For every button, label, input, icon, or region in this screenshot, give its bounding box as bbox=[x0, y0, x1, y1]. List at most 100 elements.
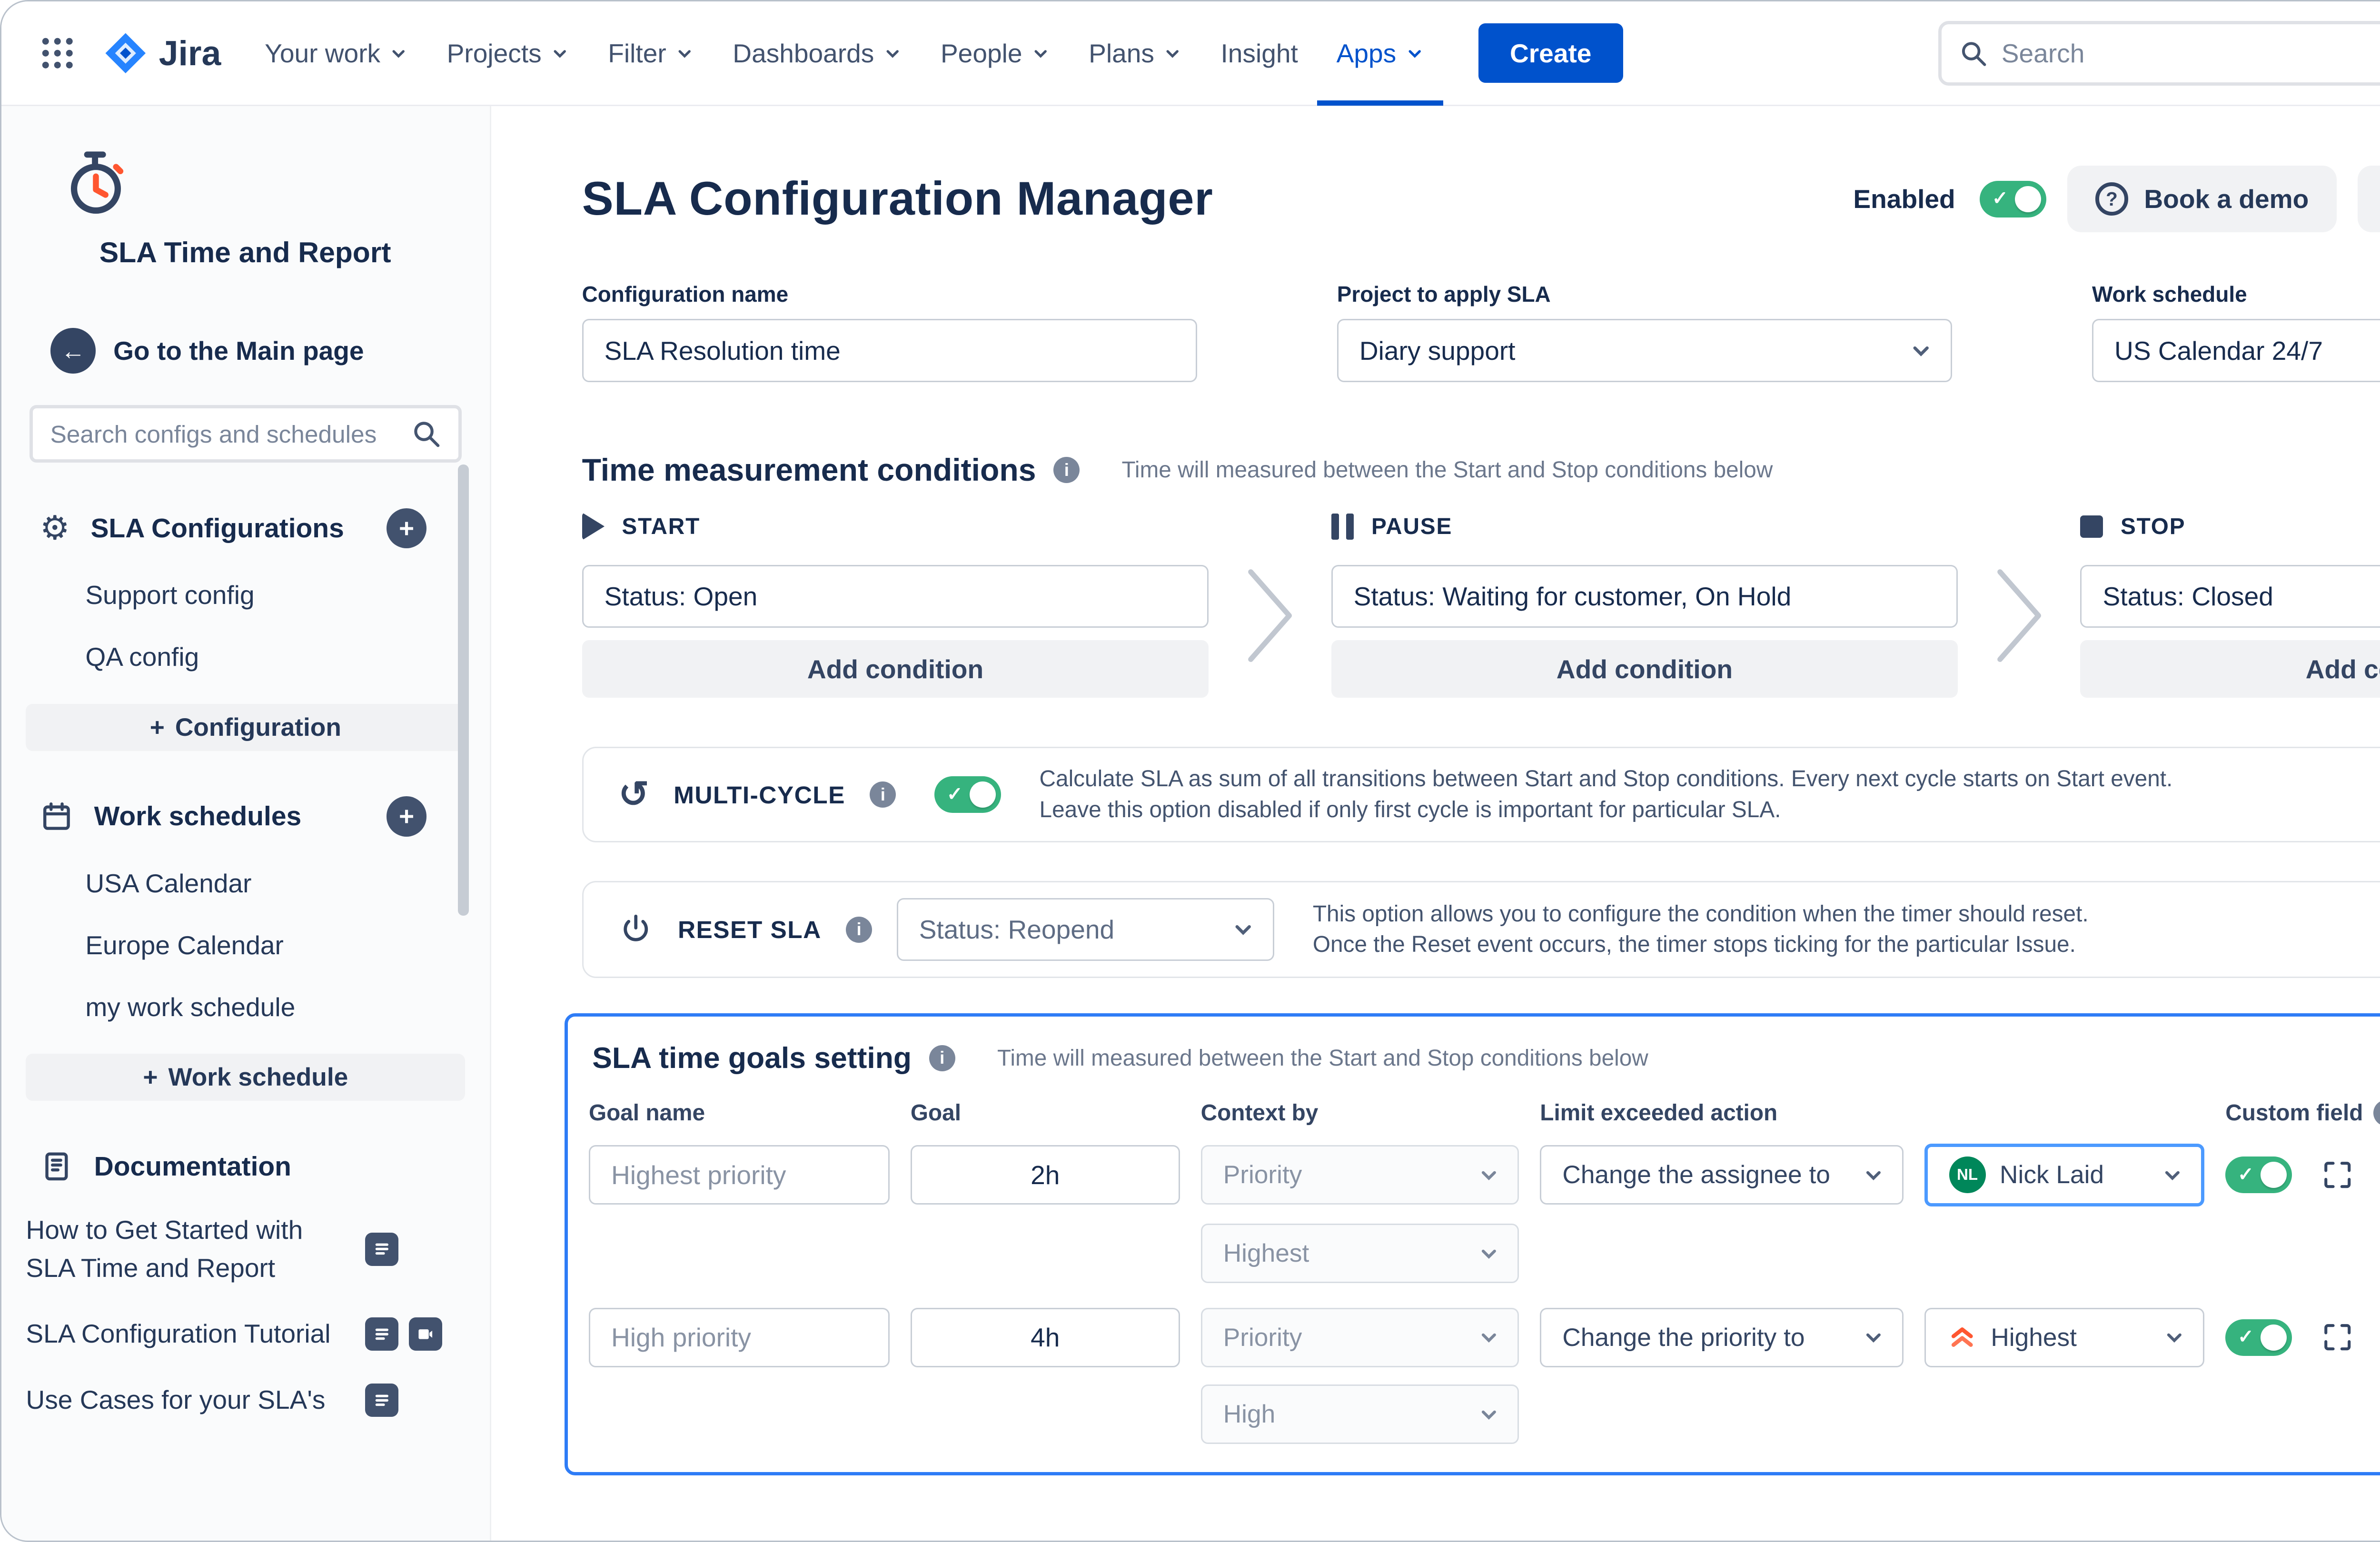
app-window: Jira Your work Projects Filter Dashboard… bbox=[0, 0, 2380, 1542]
global-search-input[interactable] bbox=[2002, 38, 2372, 69]
goal-row-1: Priority Change the assignee to NL Nick … bbox=[589, 1144, 2380, 1206]
header-goal: Goal bbox=[911, 1100, 1180, 1126]
start-condition-column: START Add condition bbox=[582, 509, 1209, 698]
nav-plans[interactable]: Plans bbox=[1070, 1, 1201, 106]
sidebar-search[interactable] bbox=[30, 405, 462, 463]
sidebar-item-qa-config[interactable]: QA config bbox=[1, 642, 490, 672]
search-icon bbox=[411, 419, 441, 448]
goal-row-1-context-value: Highest bbox=[589, 1224, 2380, 1283]
goal-name-input[interactable] bbox=[589, 1308, 890, 1367]
info-icon[interactable]: i bbox=[870, 781, 896, 808]
multi-cycle-label: MULTI-CYCLE bbox=[674, 781, 845, 809]
goals-hint: Time will measured between the Start and… bbox=[997, 1045, 1648, 1071]
doc-item-use-cases[interactable]: Use Cases for your SLA's bbox=[1, 1381, 490, 1419]
grid-dots-icon bbox=[40, 36, 75, 70]
info-icon[interactable]: i bbox=[846, 917, 872, 943]
start-label: START bbox=[622, 514, 700, 540]
sidebar-scrollbar[interactable] bbox=[458, 465, 468, 916]
create-button[interactable]: Create bbox=[1478, 23, 1623, 83]
start-add-condition-button[interactable]: Add condition bbox=[582, 640, 1209, 698]
add-configuration-icon-button[interactable]: + bbox=[387, 508, 426, 548]
field-label: Configuration name bbox=[582, 281, 1197, 307]
sidebar-item-usa-calendar[interactable]: USA Calendar bbox=[1, 868, 490, 899]
play-icon bbox=[582, 513, 605, 540]
work-schedule-select[interactable]: US Calendar 24/7 bbox=[2092, 319, 2380, 382]
goals-title: SLA time goals setting bbox=[592, 1041, 912, 1075]
limit-action-select[interactable]: Change the assignee to bbox=[1540, 1145, 1904, 1205]
stop-icon bbox=[2080, 515, 2103, 538]
nav-insight[interactable]: Insight bbox=[1201, 1, 1317, 106]
chevron-down-icon bbox=[1862, 1326, 1885, 1349]
back-arrow-icon: ← bbox=[61, 336, 85, 365]
nav-people[interactable]: People bbox=[922, 1, 1070, 106]
header-limit-action: Limit exceeded action bbox=[1540, 1100, 1904, 1126]
sidebar-search-input[interactable] bbox=[50, 420, 411, 448]
goal-value-input[interactable] bbox=[911, 1145, 1180, 1205]
search-icon bbox=[1959, 38, 1987, 69]
chevron-down-icon bbox=[1231, 917, 1255, 941]
nav-apps[interactable]: Apps bbox=[1317, 1, 1443, 106]
reset-condition-select[interactable]: Status: Reopend bbox=[897, 898, 1274, 961]
info-icon[interactable]: i bbox=[929, 1045, 955, 1071]
main-content: SLA Configuration Manager Enabled ✓ ? Bo… bbox=[491, 106, 2380, 1541]
goal-row-2: Priority Change the priority to Highest bbox=[589, 1308, 2380, 1367]
page-title: SLA Configuration Manager bbox=[582, 172, 1213, 226]
start-condition-input[interactable] bbox=[582, 565, 1209, 628]
priority-target-select[interactable]: Highest bbox=[1924, 1308, 2204, 1367]
stop-add-condition-button[interactable]: Add condition bbox=[2080, 640, 2380, 698]
user-avatar: NL bbox=[1949, 1156, 1986, 1193]
context-value-select[interactable]: High bbox=[1201, 1384, 1519, 1444]
assignee-select[interactable]: NL Nick Laid bbox=[1924, 1144, 2204, 1206]
sidebar-item-europe-calendar[interactable]: Europe Calendar bbox=[1, 930, 490, 960]
setup-wizard-button[interactable]: Setup Wizard bbox=[2358, 166, 2380, 232]
sla-time-goals-panel: SLA time goals setting i Time will measu… bbox=[565, 1013, 2380, 1475]
expand-button[interactable] bbox=[2320, 1320, 2355, 1354]
goal-name-input[interactable] bbox=[589, 1145, 890, 1205]
check-icon: ✓ bbox=[1992, 187, 2008, 209]
goal-value-input[interactable] bbox=[911, 1308, 1180, 1367]
doc-item-get-started[interactable]: How to Get Started with SLA Time and Rep… bbox=[1, 1211, 490, 1287]
jira-logo[interactable]: Jira bbox=[103, 30, 221, 76]
book-demo-button[interactable]: ? Book a demo bbox=[2067, 166, 2337, 232]
doc-badge-icon bbox=[365, 1317, 398, 1351]
context-value-select[interactable]: Highest bbox=[1201, 1224, 1519, 1283]
sidebar-item-support-config[interactable]: Support config bbox=[1, 580, 490, 610]
time-conditions-hint: Time will measured between the Start and… bbox=[1122, 457, 1773, 483]
nav-your-work[interactable]: Your work bbox=[246, 1, 428, 106]
sidebar-item-my-work-schedule[interactable]: my work schedule bbox=[1, 992, 490, 1022]
video-badge-icon bbox=[409, 1317, 442, 1351]
back-to-main-button[interactable]: ← Go to the Main page bbox=[50, 328, 490, 374]
multi-cycle-toggle[interactable]: ✓ bbox=[934, 776, 1001, 813]
chevron-down-icon bbox=[1478, 1403, 1500, 1426]
custom-field-toggle[interactable]: ✓ bbox=[2225, 1156, 2292, 1193]
work-schedule-field: Work schedule US Calendar 24/7 bbox=[2092, 281, 2380, 382]
add-work-schedule-button[interactable]: + Work schedule bbox=[26, 1054, 465, 1101]
context-field-select[interactable]: Priority bbox=[1201, 1145, 1519, 1205]
pause-add-condition-button[interactable]: Add condition bbox=[1331, 640, 1958, 698]
context-field-select[interactable]: Priority bbox=[1201, 1308, 1519, 1367]
pause-condition-input[interactable] bbox=[1331, 565, 1958, 628]
configuration-name-input[interactable] bbox=[582, 319, 1197, 382]
nav-dashboards[interactable]: Dashboards bbox=[714, 1, 922, 106]
add-configuration-button[interactable]: + Configuration bbox=[26, 704, 465, 751]
info-icon[interactable]: i bbox=[2373, 1100, 2380, 1126]
global-search[interactable] bbox=[1938, 21, 2380, 86]
chevron-down-icon bbox=[1862, 1164, 1885, 1186]
limit-action-select[interactable]: Change the priority to bbox=[1540, 1308, 1904, 1367]
info-icon[interactable]: i bbox=[1053, 457, 1080, 483]
project-select[interactable]: Diary support bbox=[1337, 319, 1952, 382]
stop-condition-input[interactable] bbox=[2080, 565, 2380, 628]
add-schedule-icon-button[interactable]: + bbox=[387, 796, 426, 836]
custom-field-toggle[interactable]: ✓ bbox=[2225, 1319, 2292, 1356]
expand-icon bbox=[2320, 1157, 2355, 1192]
document-icon bbox=[40, 1150, 73, 1183]
expand-button[interactable] bbox=[2320, 1157, 2355, 1192]
app-logo-block: SLA Time and Report bbox=[1, 106, 490, 268]
app-switcher-icon[interactable] bbox=[30, 25, 86, 81]
nav-filter[interactable]: Filter bbox=[589, 1, 714, 106]
enabled-toggle[interactable]: ✓ bbox=[1980, 181, 2046, 217]
section-title: Work schedules bbox=[94, 801, 366, 832]
nav-projects[interactable]: Projects bbox=[427, 1, 589, 106]
doc-item-tutorial[interactable]: SLA Configuration Tutorial bbox=[1, 1315, 490, 1353]
configuration-name-field: Configuration name bbox=[582, 281, 1197, 382]
